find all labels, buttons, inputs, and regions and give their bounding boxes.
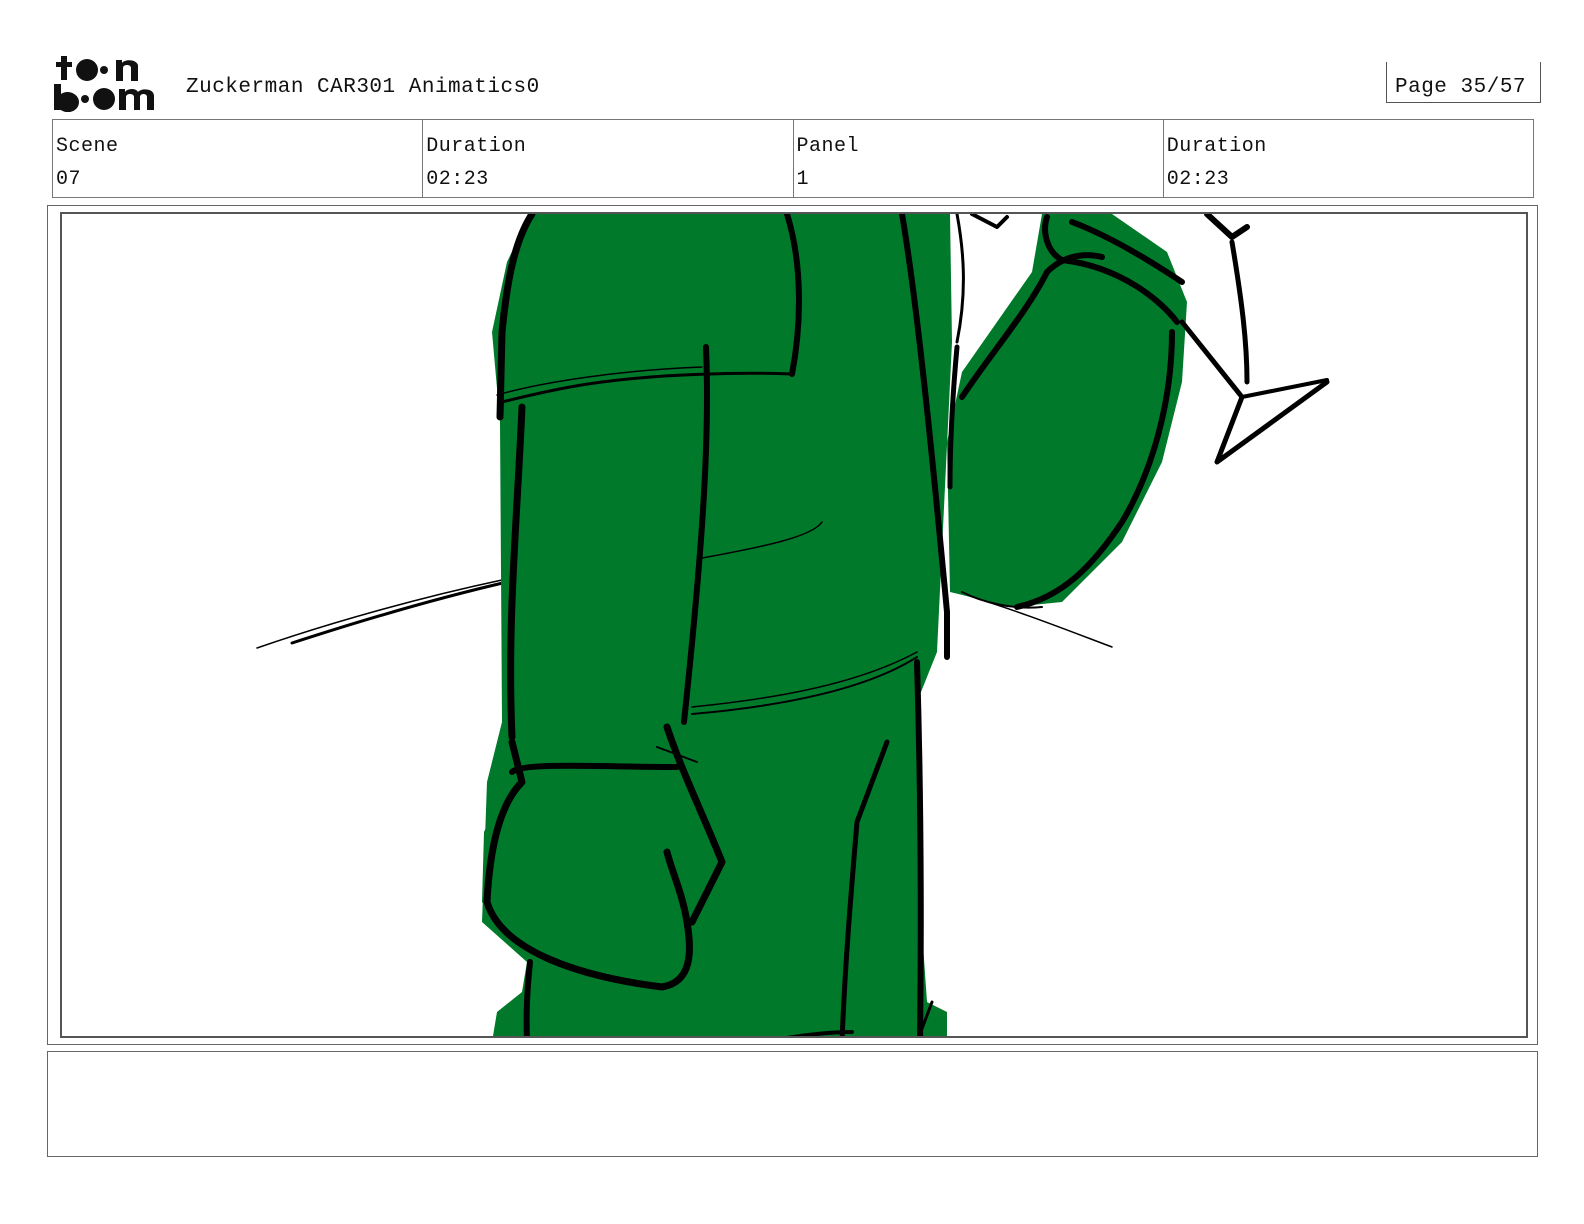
panel-cell: Panel 1 bbox=[794, 120, 1164, 197]
panel-duration-label: Duration bbox=[1166, 135, 1267, 158]
panel-notes-box bbox=[47, 1051, 1538, 1157]
panel-duration-cell: Duration 02:23 bbox=[1164, 120, 1533, 197]
panel-duration-value: 02:23 bbox=[1166, 168, 1230, 191]
scene-value: 07 bbox=[56, 168, 82, 191]
scene-duration-label: Duration bbox=[426, 135, 527, 158]
scene-duration-value: 02:23 bbox=[426, 168, 489, 191]
panel-value: 1 bbox=[796, 168, 810, 191]
storyboard-panel-image bbox=[60, 212, 1528, 1038]
scene-duration-cell: Duration 02:23 bbox=[423, 120, 794, 197]
scene-label: Scene bbox=[56, 135, 119, 158]
page-indicator: Page 35/57 bbox=[1386, 62, 1541, 103]
scene-cell: Scene 07 bbox=[53, 120, 424, 197]
page-number-label: Page 35/57 bbox=[1395, 76, 1527, 99]
project-title: Zuckerman CAR301 Animatics0 bbox=[186, 76, 540, 99]
toonboom-logo bbox=[52, 52, 164, 113]
panel-info-table: Scene 07 Duration 02:23 Panel 1 Duration… bbox=[52, 119, 1534, 198]
panel-label: Panel bbox=[796, 135, 860, 158]
panel-sketch bbox=[256, 214, 1330, 1036]
